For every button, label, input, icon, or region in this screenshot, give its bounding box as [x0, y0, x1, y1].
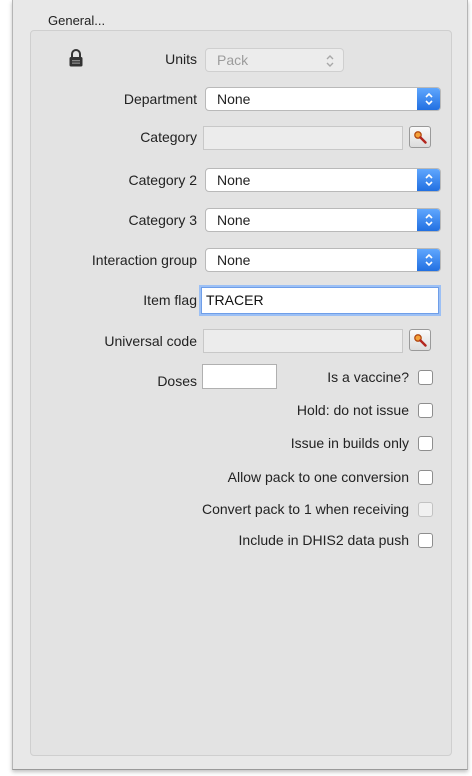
item-flag-label: Item flag	[143, 292, 197, 308]
category2-label: Category 2	[128, 172, 197, 188]
category3-select[interactable]: None	[205, 208, 441, 232]
units-value: Pack	[217, 52, 249, 68]
department-dropdown-arrow[interactable]	[417, 88, 440, 110]
pack-to-one-label: Allow pack to one conversion	[227, 469, 409, 485]
category2-select[interactable]: None	[205, 168, 441, 192]
convert-receiving-checkbox	[418, 502, 433, 517]
dhis2-checkbox[interactable]	[418, 533, 433, 548]
search-icon	[414, 131, 427, 144]
hold-checkbox[interactable]	[418, 403, 433, 418]
category2-dropdown-arrow[interactable]	[417, 169, 440, 191]
interaction-group-select[interactable]: None	[205, 248, 441, 272]
chevron-updown-icon	[425, 173, 433, 187]
doses-label: Doses	[157, 373, 197, 389]
category3-label: Category 3	[128, 212, 197, 228]
universal-code-field[interactable]	[203, 329, 403, 353]
lock-icon[interactable]	[68, 49, 84, 67]
item-flag-input[interactable]: TRACER	[201, 287, 439, 314]
interaction-group-dropdown-arrow[interactable]	[417, 249, 440, 271]
interaction-group-label: Interaction group	[91, 252, 197, 268]
department-label: Department	[123, 91, 197, 107]
convert-receiving-label: Convert pack to 1 when receiving	[202, 501, 409, 517]
units-select: Pack	[205, 48, 344, 72]
builds-only-label: Issue in builds only	[290, 435, 409, 451]
chevron-updown-icon	[425, 92, 433, 106]
category3-dropdown-arrow[interactable]	[417, 209, 440, 231]
chevron-updown-icon	[425, 253, 433, 267]
department-select[interactable]: None	[205, 87, 441, 111]
builds-only-checkbox[interactable]	[418, 436, 433, 451]
universal-code-label: Universal code	[104, 333, 197, 349]
is-vaccine-label: Is a vaccine?	[327, 369, 409, 385]
category-field[interactable]	[203, 126, 403, 150]
hold-label: Hold: do not issue	[296, 402, 409, 418]
search-icon	[414, 334, 427, 347]
is-vaccine-checkbox[interactable]	[418, 370, 433, 385]
department-value: None	[217, 91, 251, 107]
chevron-updown-icon	[425, 213, 433, 227]
dhis2-label: Include in DHIS2 data push	[238, 532, 409, 548]
category-lookup-button[interactable]	[409, 126, 431, 148]
units-label: Units	[165, 51, 197, 67]
doses-input[interactable]	[202, 364, 277, 389]
chevron-updown-icon	[326, 55, 334, 67]
group-title: General...	[48, 13, 106, 28]
category-label: Category	[140, 129, 197, 145]
universal-code-lookup-button[interactable]	[409, 329, 431, 351]
pack-to-one-checkbox[interactable]	[418, 470, 433, 485]
